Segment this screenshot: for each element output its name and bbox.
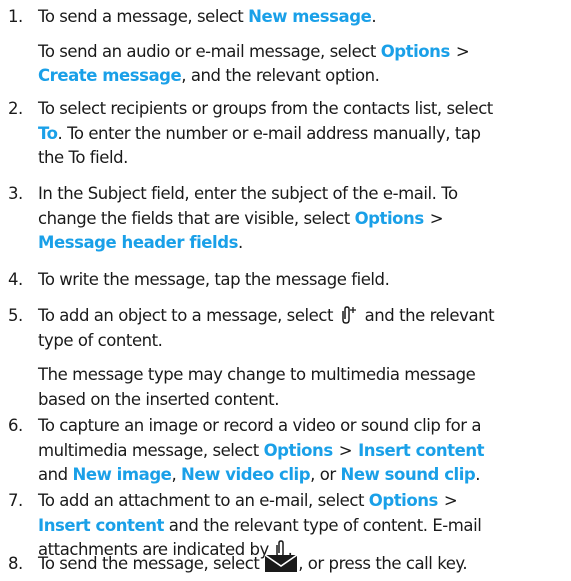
menu-separator: >	[429, 208, 444, 228]
menu-separator: >	[338, 440, 353, 460]
menu-separator: >	[455, 41, 470, 61]
to-field-option: To	[38, 123, 58, 143]
options-menu: Options	[263, 440, 334, 460]
step-note: To send an audio or e-mail message, sele…	[38, 41, 470, 61]
step-number: 3.	[8, 184, 23, 203]
new-sound-clip-option: New sound clip	[340, 465, 476, 484]
step-number: 6.	[8, 416, 23, 435]
new-image-option: New image	[72, 465, 172, 484]
step-number: 4.	[8, 270, 23, 289]
insert-content-option: Insert content	[358, 440, 485, 460]
step-number: 7.	[8, 491, 23, 510]
paperclip-plus-icon	[338, 305, 360, 333]
step-number: 8.	[8, 554, 23, 573]
instruction-document: 1. To send a message, select New message…	[0, 0, 571, 578]
create-message-option: Create message	[38, 66, 182, 85]
envelope-icon	[264, 553, 298, 581]
insert-content-option: Insert content	[38, 515, 164, 535]
new-message-option: New message	[248, 7, 372, 26]
options-menu: Options	[354, 208, 425, 228]
options-menu: Options	[380, 41, 451, 61]
step-number: 1.	[8, 7, 23, 26]
options-menu: Options	[368, 491, 439, 510]
step-note: The message type may change to multimedi…	[38, 365, 476, 384]
new-video-clip-option: New video clip	[181, 465, 311, 484]
step-number: 2.	[8, 99, 23, 118]
menu-separator: >	[443, 491, 458, 510]
step-text: To send a message, select New message.	[38, 7, 377, 26]
step-number: 5.	[8, 306, 23, 325]
message-header-fields-option: Message header fields	[38, 233, 238, 252]
